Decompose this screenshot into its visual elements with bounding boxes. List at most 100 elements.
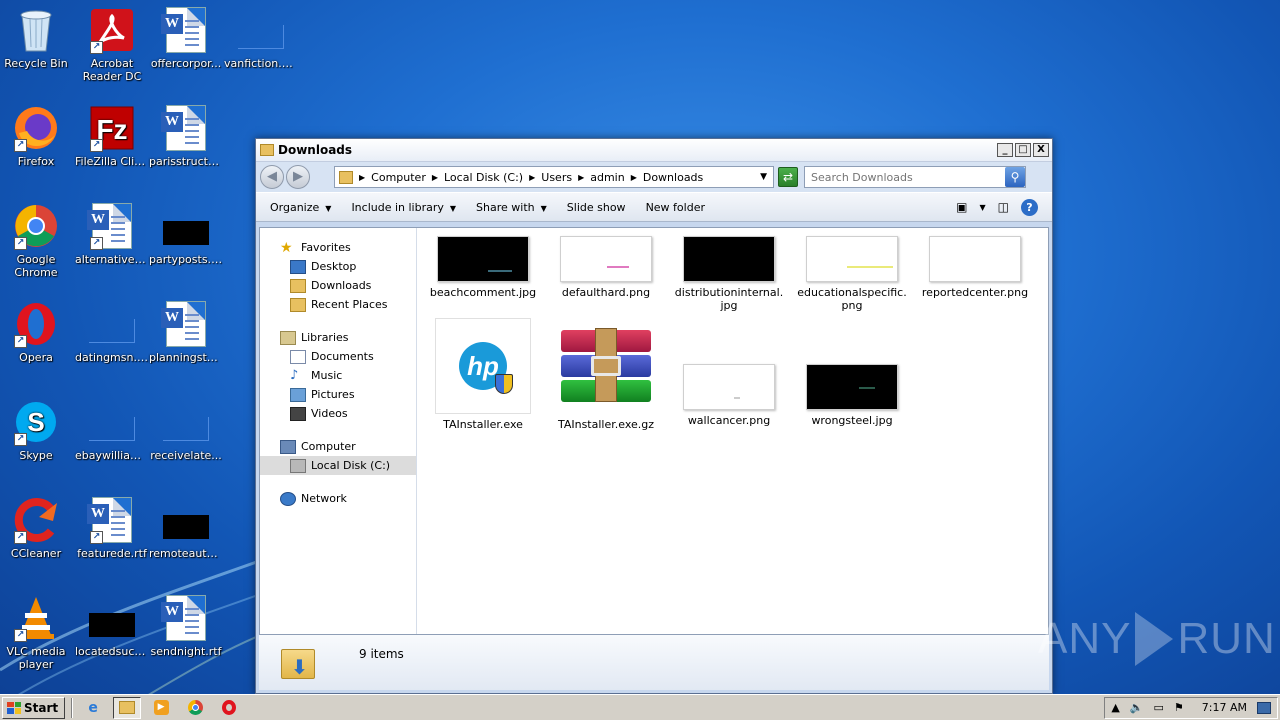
explorer-window[interactable]: Downloads _ □ X ◀ ▶ ▶ Computer ▶ Local D… [255, 138, 1053, 694]
nav-documents[interactable]: Documents [260, 347, 416, 366]
show-hidden-icons-icon[interactable]: ▲ [1111, 701, 1119, 714]
search-icon[interactable]: ⚲ [1005, 167, 1025, 187]
desktop-icon-firefox[interactable]: ↗ Firefox [0, 104, 74, 168]
desktop-icon-datingmsn[interactable]: datingmsn.png [74, 300, 150, 364]
chevron-down-icon[interactable]: ▼ [980, 203, 986, 212]
desktop-icon-remoteauto[interactable]: remoteauto... [148, 496, 224, 560]
clock[interactable]: 7:17 AM [1202, 701, 1247, 714]
file-item[interactable]: hp TAInstaller.exe [423, 318, 543, 431]
desktop-icon-filezilla[interactable]: Fz ↗ FileZilla Client [74, 104, 150, 168]
file-item[interactable]: educationalspecific. png [792, 236, 912, 312]
desktop-icon-recycle-bin[interactable]: Recycle Bin [0, 6, 74, 70]
chevron-right-icon[interactable]: ▶ [432, 173, 438, 182]
refresh-button[interactable]: ⇄ [778, 167, 798, 187]
file-item[interactable]: reportedcenter.png [915, 236, 1035, 299]
desktop-icon-chrome[interactable]: ↗ Google Chrome [0, 202, 74, 279]
nav-recent-places[interactable]: Recent Places [260, 295, 416, 314]
breadcrumb-downloads[interactable]: Downloads [643, 171, 703, 184]
desktop-icon-vanfiction[interactable]: vanfiction.png [223, 6, 299, 70]
chevron-right-icon[interactable]: ▶ [359, 173, 365, 182]
folder-icon [339, 170, 353, 184]
file-item[interactable]: wallcancer.png [669, 364, 789, 427]
file-item[interactable]: distributioninternal. jpg [669, 236, 789, 312]
desktop-icon-featurede[interactable]: W ↗ featurede.rtf [74, 496, 150, 560]
chevron-right-icon[interactable]: ▶ [529, 173, 535, 182]
volume-icon[interactable]: 🔈 [1130, 701, 1144, 714]
desktop-icon-ebaywilliam[interactable]: ebaywilliam.... [74, 398, 150, 462]
back-button[interactable]: ◀ [260, 165, 284, 189]
media-player-icon[interactable]: ▶ [147, 697, 175, 719]
network-tray-icon[interactable]: ▭ [1154, 701, 1164, 714]
desktop-icon-sendnight[interactable]: W sendnight.rtf [148, 594, 224, 658]
maximize-button[interactable]: □ [1015, 143, 1031, 157]
address-bar[interactable]: ▶ Computer ▶ Local Disk (C:) ▶ Users ▶ a… [334, 166, 774, 188]
nav-network[interactable]: Network [260, 489, 416, 508]
new-folder-button[interactable]: New folder [646, 201, 705, 214]
share-with-button[interactable]: Share with ▼ [476, 201, 547, 214]
firefox-icon: ↗ [12, 104, 60, 152]
nav-local-disk[interactable]: Local Disk (C:) [260, 456, 416, 475]
desktop-icon-acrobat[interactable]: ↗ Acrobat Reader DC [74, 6, 150, 83]
breadcrumb-admin[interactable]: admin [590, 171, 624, 184]
desktop-icon-receivelate[interactable]: receivelate... [148, 398, 224, 462]
image-thumbnail [560, 236, 652, 282]
libraries-icon [280, 330, 296, 345]
nav-computer[interactable]: Computer [260, 437, 416, 456]
search-box[interactable]: ⚲ [804, 166, 1026, 188]
desktop-icon-skype[interactable]: S ↗ Skype [0, 398, 74, 462]
desktop-icon-offercorpor[interactable]: W offercorpor... [148, 6, 224, 70]
action-center-flag-icon[interactable]: ⚑ [1174, 701, 1184, 714]
desktop-icon-opera[interactable]: ↗ Opera [0, 300, 74, 364]
desktop-icon-alternativep[interactable]: W ↗ alternativep... [74, 202, 150, 266]
help-icon[interactable]: ? [1021, 198, 1038, 216]
desktop-icon-label: remoteauto... [149, 547, 224, 560]
desktop-icon-label: sendnight.rtf [150, 645, 222, 658]
videos-icon [290, 406, 306, 421]
nav-favorites[interactable]: ★ Favorites [260, 238, 416, 257]
chevron-right-icon[interactable]: ▶ [631, 173, 637, 182]
slide-show-button[interactable]: Slide show [567, 201, 626, 214]
desktop-icon [290, 259, 306, 274]
search-input[interactable] [811, 170, 1005, 184]
explorer-taskbar-icon[interactable] [113, 696, 142, 719]
nav-music[interactable]: ♪ Music [260, 366, 416, 385]
desktop-icon-parisstructu[interactable]: W parisstructu... [148, 104, 224, 168]
breadcrumb-computer[interactable]: Computer [371, 171, 426, 184]
desktop-icon-label: datingmsn.png [75, 351, 150, 364]
close-button[interactable]: X [1033, 143, 1049, 157]
show-desktop-icon[interactable] [1257, 701, 1271, 714]
file-item[interactable]: TAInstaller.exe.gz [546, 318, 666, 431]
nav-videos[interactable]: Videos [260, 404, 416, 423]
window-titlebar[interactable]: Downloads _ □ X [256, 139, 1052, 162]
chevron-right-icon[interactable]: ▶ [578, 173, 584, 182]
chevron-down-icon[interactable]: ▼ [760, 172, 767, 182]
change-view-icon[interactable]: ▣ [956, 200, 967, 214]
ie-icon[interactable]: e [79, 697, 107, 719]
image-thumbnail-icon [162, 398, 210, 446]
minimize-button[interactable]: _ [997, 143, 1013, 157]
desktop-icon-planningstyl[interactable]: W planningstyl... [148, 300, 224, 364]
preview-pane-icon[interactable]: ◫ [998, 200, 1009, 214]
desktop-icon-locatedsuch[interactable]: locatedsuch... [74, 594, 150, 658]
desktop-icon-vlc[interactable]: ↗ VLC media player [0, 594, 74, 671]
opera-taskbar-icon[interactable] [215, 697, 243, 719]
organize-button[interactable]: Organize ▼ [270, 201, 331, 214]
file-item[interactable]: wrongsteel.jpg [792, 364, 912, 427]
breadcrumb-users[interactable]: Users [541, 171, 572, 184]
shortcut-arrow-icon: ↗ [90, 531, 103, 544]
forward-button[interactable]: ▶ [286, 165, 310, 189]
desktop-icon-ccleaner[interactable]: ↗ CCleaner [0, 496, 74, 560]
start-label: Start [24, 700, 59, 715]
desktop-icon-partyposts[interactable]: partyposts.jpg [148, 202, 224, 266]
include-in-library-button[interactable]: Include in library ▼ [351, 201, 456, 214]
file-item[interactable]: beachcomment.jpg [423, 236, 543, 299]
window-title: Downloads [278, 143, 353, 157]
chrome-taskbar-icon[interactable] [181, 697, 209, 719]
nav-desktop[interactable]: Desktop [260, 257, 416, 276]
breadcrumb-local-disk[interactable]: Local Disk (C:) [444, 171, 523, 184]
start-button[interactable]: Start [2, 696, 66, 719]
nav-pictures[interactable]: Pictures [260, 385, 416, 404]
nav-libraries[interactable]: Libraries [260, 328, 416, 347]
nav-downloads[interactable]: Downloads [260, 276, 416, 295]
file-item[interactable]: defaulthard.png [546, 236, 666, 299]
